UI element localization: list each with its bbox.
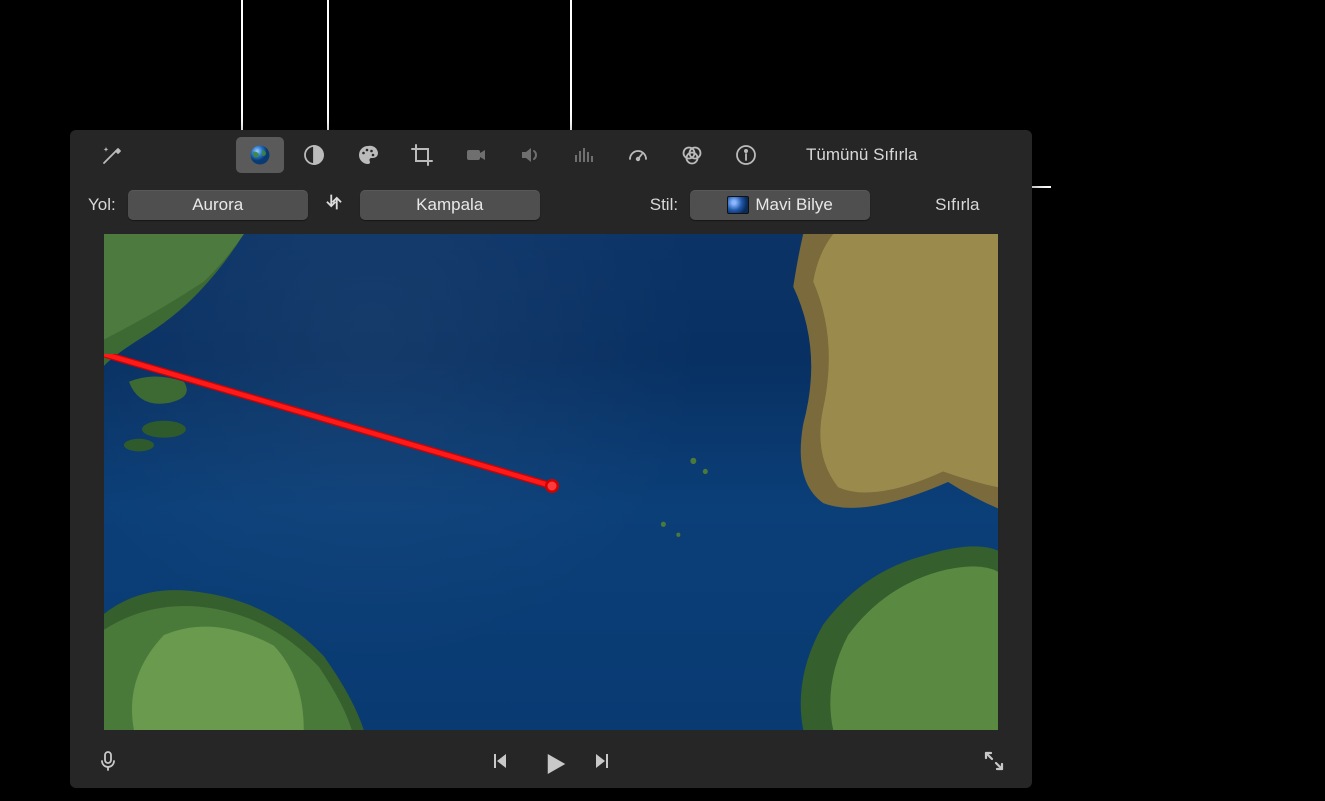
- style-label: Stil:: [650, 195, 678, 215]
- reset-button[interactable]: Sıfırla: [935, 195, 979, 215]
- swap-icon[interactable]: [318, 191, 350, 219]
- microphone-icon[interactable]: [96, 749, 120, 773]
- play-button[interactable]: [539, 749, 563, 773]
- adjustments-toolbar: Tümünü Sıfırla: [70, 130, 1032, 180]
- contrast-button[interactable]: [290, 137, 338, 173]
- origin-dropdown[interactable]: Aurora: [128, 190, 308, 220]
- destination-value: Kampala: [416, 195, 483, 215]
- info-button[interactable]: [722, 137, 770, 173]
- camera-button[interactable]: [452, 137, 500, 173]
- volume-button[interactable]: [506, 137, 554, 173]
- destination-dropdown[interactable]: Kampala: [360, 190, 540, 220]
- globe-button[interactable]: [236, 137, 284, 173]
- speedometer-button[interactable]: [614, 137, 662, 173]
- filters-button[interactable]: [668, 137, 716, 173]
- map-preview[interactable]: [104, 234, 998, 730]
- viewer-panel: Tümünü Sıfırla Yol: Aurora Kampala Stil:…: [70, 130, 1032, 788]
- fullscreen-button[interactable]: [982, 749, 1006, 773]
- map-controls-row: Yol: Aurora Kampala Stil: Mavi Bilye Sıf…: [70, 180, 1032, 230]
- crop-button[interactable]: [398, 137, 446, 173]
- equalizer-button[interactable]: [560, 137, 608, 173]
- previous-button[interactable]: [487, 749, 511, 773]
- style-dropdown[interactable]: Mavi Bilye: [690, 190, 870, 220]
- next-button[interactable]: [591, 749, 615, 773]
- path-label: Yol:: [88, 195, 116, 215]
- playback-footer: [70, 734, 1032, 788]
- origin-value: Aurora: [192, 195, 243, 215]
- color-palette-button[interactable]: [344, 137, 392, 173]
- magic-wand-button[interactable]: [88, 137, 136, 173]
- reset-all-button[interactable]: Tümünü Sıfırla: [806, 145, 918, 165]
- style-value: Mavi Bilye: [755, 195, 832, 215]
- globe-thumbnail-icon: [727, 196, 749, 214]
